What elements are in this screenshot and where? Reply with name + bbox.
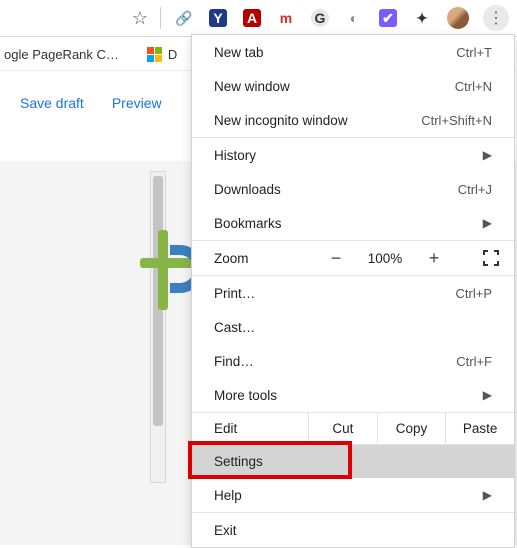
zoom-out-button[interactable]: −: [320, 249, 352, 267]
menu-label: Print…: [214, 286, 255, 301]
menu-shortcut: Ctrl+Shift+N: [421, 113, 492, 128]
scrollbar-thumb[interactable]: [153, 176, 163, 426]
fullscreen-icon[interactable]: [482, 249, 500, 267]
preview-link[interactable]: Preview: [112, 95, 162, 111]
profile-avatar[interactable]: [447, 7, 469, 29]
bookmark-label: ogle PageRank C…: [4, 47, 119, 62]
chevron-right-icon: ▶: [483, 148, 492, 162]
browser-toolbar: ☆ 🔗 YAmG ◐ ✔ ✦ ⋮: [0, 0, 517, 37]
menu-label: New tab: [214, 45, 264, 60]
check-icon[interactable]: ✔: [379, 9, 397, 27]
microsoft-icon: [147, 47, 162, 62]
zoom-value: 100%: [362, 251, 408, 266]
cut-button[interactable]: Cut: [308, 413, 377, 444]
puzzle-icon[interactable]: ✦: [413, 9, 431, 27]
menu-label: Exit: [214, 523, 237, 538]
menu-item-help[interactable]: Help ▶: [192, 478, 514, 512]
edit-label: Edit: [192, 413, 308, 444]
m-icon[interactable]: m: [277, 9, 295, 27]
menu-item-history[interactable]: History ▶: [192, 138, 514, 172]
menu-label: Cast…: [214, 320, 255, 335]
menu-label: Find…: [214, 354, 254, 369]
bookmark-item-ms[interactable]: D: [147, 47, 177, 62]
g-icon[interactable]: G: [311, 9, 329, 27]
menu-label: New window: [214, 79, 290, 94]
bookmark-label: D: [168, 47, 177, 62]
save-draft-link[interactable]: Save draft: [20, 95, 84, 111]
menu-item-downloads[interactable]: Downloads Ctrl+J: [192, 172, 514, 206]
toolbar-divider: [160, 7, 161, 29]
menu-label: New incognito window: [214, 113, 348, 128]
menu-item-exit[interactable]: Exit: [192, 513, 514, 547]
menu-label: Downloads: [214, 182, 281, 197]
menu-label: Bookmarks: [214, 216, 282, 231]
chevron-right-icon: ▶: [483, 388, 492, 402]
menu-item-cast[interactable]: Cast…: [192, 310, 514, 344]
paste-button[interactable]: Paste: [445, 413, 514, 444]
chevron-right-icon: ▶: [483, 216, 492, 230]
copy-button[interactable]: Copy: [377, 413, 446, 444]
menu-item-more-tools[interactable]: More tools ▶: [192, 378, 514, 412]
highlight-box: [188, 441, 352, 479]
menu-shortcut: Ctrl+P: [456, 286, 492, 301]
menu-item-edit: Edit Cut Copy Paste: [192, 412, 514, 444]
y-icon[interactable]: Y: [209, 9, 227, 27]
menu-item-new-window[interactable]: New window Ctrl+N: [192, 69, 514, 103]
menu-shortcut: Ctrl+F: [456, 354, 492, 369]
chrome-menu: New tab Ctrl+T New window Ctrl+N New inc…: [191, 34, 515, 548]
chevron-right-icon: ▶: [483, 488, 492, 502]
scrollbar-track[interactable]: [150, 171, 166, 483]
zoom-label: Zoom: [214, 251, 310, 266]
menu-shortcut: Ctrl+T: [456, 45, 492, 60]
menu-item-zoom: Zoom − 100% +: [192, 241, 514, 275]
chrome-menu-button[interactable]: ⋮: [483, 5, 509, 31]
menu-shortcut: Ctrl+N: [455, 79, 492, 94]
menu-item-find[interactable]: Find… Ctrl+F: [192, 344, 514, 378]
menu-label: Help: [214, 488, 242, 503]
menu-label: More tools: [214, 388, 277, 403]
adobe-icon[interactable]: A: [243, 9, 261, 27]
menu-label: Settings: [214, 454, 263, 469]
menu-item-print[interactable]: Print… Ctrl+P: [192, 276, 514, 310]
circle-icon[interactable]: ◐: [345, 9, 363, 27]
bookmark-star-icon[interactable]: ☆: [132, 8, 148, 29]
menu-item-bookmarks[interactable]: Bookmarks ▶: [192, 206, 514, 240]
link-icon[interactable]: 🔗: [175, 9, 193, 27]
extension-icons: 🔗 YAmG ◐ ✔ ✦: [167, 9, 439, 27]
menu-shortcut: Ctrl+J: [458, 182, 492, 197]
menu-item-settings[interactable]: Settings: [192, 445, 514, 478]
menu-item-new-tab[interactable]: New tab Ctrl+T: [192, 35, 514, 69]
menu-label: History: [214, 148, 256, 163]
menu-item-incognito[interactable]: New incognito window Ctrl+Shift+N: [192, 103, 514, 137]
zoom-in-button[interactable]: +: [418, 249, 450, 267]
bookmark-item-pagerank[interactable]: ogle PageRank C…: [4, 47, 119, 62]
